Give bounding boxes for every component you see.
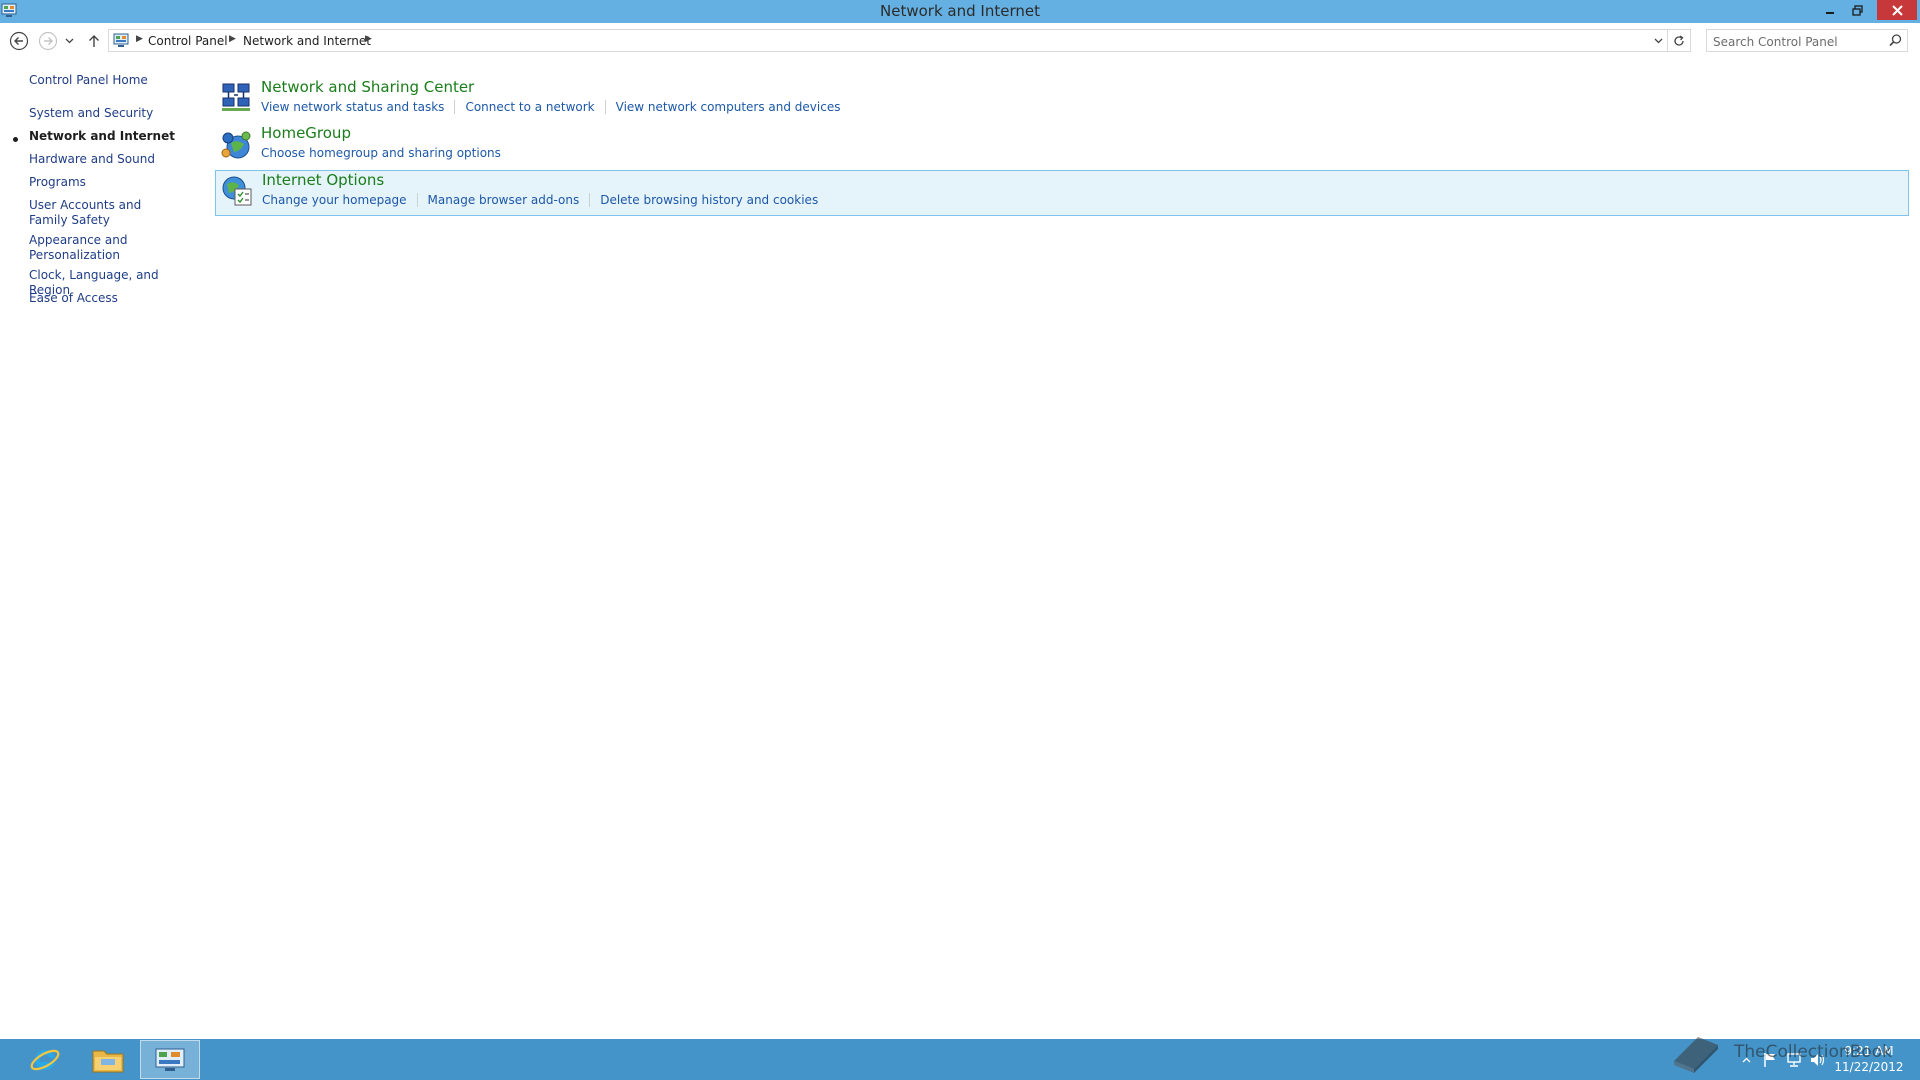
nav-appearance-and-personalization[interactable]: Appearance and Personalization bbox=[29, 233, 139, 263]
back-arrow-icon bbox=[9, 31, 29, 51]
network-and-sharing-center-link[interactable]: Network and Sharing Center bbox=[261, 78, 474, 96]
restore-button[interactable] bbox=[1840, 0, 1874, 20]
chevron-down-icon bbox=[65, 38, 73, 44]
change-homepage-link[interactable]: Change your homepage bbox=[262, 193, 407, 207]
manage-browser-addons-link[interactable]: Manage browser add-ons bbox=[428, 193, 580, 207]
refresh-button[interactable] bbox=[1668, 29, 1691, 52]
control-panel-icon bbox=[155, 1048, 185, 1071]
control-panel-icon bbox=[113, 33, 129, 47]
category-homegroup: HomeGroup Choose homegroup and sharing o… bbox=[215, 123, 1909, 169]
link-divider bbox=[454, 100, 456, 114]
breadcrumb-separator-icon[interactable]: ▶ bbox=[365, 34, 372, 44]
nav-system-and-security[interactable]: System and Security bbox=[29, 106, 194, 121]
category-network-and-sharing-center: Network and Sharing Center View network … bbox=[215, 77, 1909, 123]
network-sharing-center-icon[interactable] bbox=[219, 81, 253, 115]
navigation-bar: ▶ Control Panel ▶ Network and Internet ▶ bbox=[0, 23, 1920, 58]
title-bar: Network and Internet bbox=[0, 0, 1920, 23]
network-and-sharing-center-tasks: View network status and tasks Connect to… bbox=[261, 100, 840, 114]
book-icon bbox=[1674, 1037, 1718, 1073]
watermark: TheCollectionBook bbox=[1668, 1031, 1898, 1075]
delete-browsing-history-link[interactable]: Delete browsing history and cookies bbox=[600, 193, 818, 207]
link-divider bbox=[604, 100, 606, 114]
connect-to-network-link[interactable]: Connect to a network bbox=[465, 100, 594, 114]
chevron-down-icon bbox=[1654, 38, 1662, 44]
link-divider bbox=[416, 193, 418, 207]
restore-icon bbox=[1851, 4, 1863, 16]
address-bar[interactable]: ▶ Control Panel ▶ Network and Internet ▶ bbox=[108, 29, 1668, 52]
breadcrumb-network-and-internet[interactable]: Network and Internet bbox=[243, 34, 371, 48]
watermark-text: TheCollectionBook bbox=[1734, 1042, 1893, 1062]
recent-locations-button[interactable] bbox=[62, 30, 76, 52]
close-button[interactable] bbox=[1877, 0, 1917, 20]
taskbar-internet-explorer-button[interactable] bbox=[15, 1040, 75, 1079]
breadcrumb-separator-icon[interactable]: ▶ bbox=[229, 34, 236, 44]
taskbar-control-panel-button[interactable] bbox=[140, 1040, 200, 1079]
nav-hardware-and-sound[interactable]: Hardware and Sound bbox=[29, 152, 194, 167]
search-icon[interactable] bbox=[1888, 33, 1903, 48]
internet-options-tasks: Change your homepage Manage browser add-… bbox=[262, 193, 818, 207]
address-history-dropdown[interactable] bbox=[1649, 31, 1667, 51]
view-network-status-link[interactable]: View network status and tasks bbox=[261, 100, 444, 114]
back-button[interactable] bbox=[8, 30, 30, 52]
nav-ease-of-access[interactable]: Ease of Access bbox=[29, 291, 194, 306]
minimize-icon bbox=[1826, 12, 1834, 14]
nav-network-and-internet[interactable]: Network and Internet bbox=[29, 129, 194, 144]
taskbar: 9:21 AM 11/22/2012 bbox=[0, 1039, 1920, 1080]
search-box[interactable] bbox=[1706, 29, 1908, 52]
nav-user-accounts-and-family-safety[interactable]: User Accounts and Family Safety bbox=[29, 198, 179, 228]
up-button[interactable] bbox=[83, 30, 105, 52]
link-divider bbox=[589, 193, 591, 207]
active-bullet-icon bbox=[13, 137, 18, 142]
taskbar-file-explorer-button[interactable] bbox=[78, 1040, 138, 1079]
homegroup-link[interactable]: HomeGroup bbox=[261, 124, 351, 142]
nav-control-panel-home[interactable]: Control Panel Home bbox=[29, 73, 194, 88]
choose-homegroup-options-link[interactable]: Choose homegroup and sharing options bbox=[261, 146, 501, 160]
internet-options-link[interactable]: Internet Options bbox=[262, 171, 384, 189]
search-input[interactable] bbox=[1711, 32, 1885, 51]
internet-explorer-icon bbox=[30, 1049, 60, 1070]
close-icon bbox=[1891, 4, 1903, 16]
breadcrumb-control-panel[interactable]: Control Panel bbox=[148, 34, 228, 48]
homegroup-tasks: Choose homegroup and sharing options bbox=[261, 146, 501, 160]
refresh-icon bbox=[1674, 34, 1684, 46]
category-internet-options: Internet Options Change your homepage Ma… bbox=[215, 170, 1909, 216]
nav-programs[interactable]: Programs bbox=[29, 175, 194, 190]
forward-button[interactable] bbox=[37, 30, 59, 52]
view-network-computers-link[interactable]: View network computers and devices bbox=[616, 100, 841, 114]
file-explorer-icon bbox=[92, 1050, 124, 1072]
forward-arrow-icon bbox=[38, 31, 58, 51]
window-title: Network and Internet bbox=[880, 2, 1040, 20]
breadcrumb-separator-icon[interactable]: ▶ bbox=[136, 34, 143, 44]
up-arrow-icon bbox=[89, 35, 99, 47]
internet-options-icon[interactable] bbox=[220, 174, 254, 208]
homegroup-icon[interactable] bbox=[219, 127, 253, 161]
